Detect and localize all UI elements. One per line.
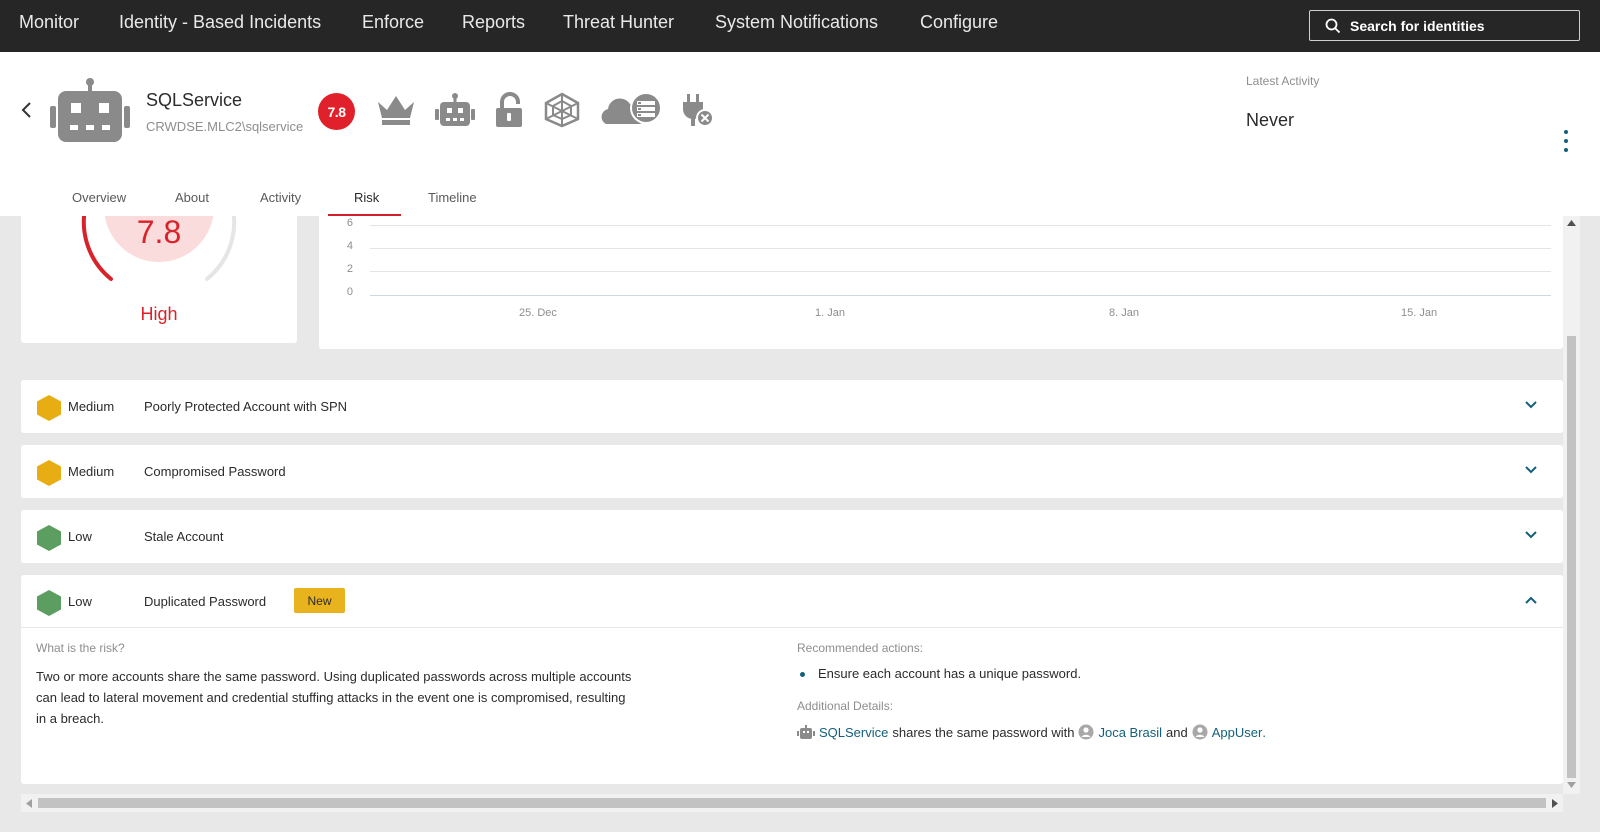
y-tick-0: 0 xyxy=(346,286,353,298)
more-options-icon[interactable] xyxy=(1561,130,1571,152)
x-axis-line xyxy=(370,295,1551,296)
nav-identity-based-incidents[interactable]: Identity - Based Incidents xyxy=(119,12,321,33)
search-placeholder: Search for identities xyxy=(1350,17,1485,34)
identity-header: SQLService CRWDSE.MLC2\sqlservice 7.8 La… xyxy=(0,52,1600,217)
unlock-icon xyxy=(496,92,522,127)
recommended-action-item: Ensure each account has a unique passwor… xyxy=(797,666,1081,681)
vertical-scrollbar[interactable] xyxy=(1563,216,1580,794)
link-appuser[interactable]: AppUser xyxy=(1212,725,1263,740)
nav-threat-hunter[interactable]: Threat Hunter xyxy=(563,12,674,33)
vertical-scroll-thumb[interactable] xyxy=(1567,336,1576,778)
risk-level-label: High xyxy=(140,304,178,324)
robot-avatar-icon xyxy=(50,78,130,142)
nav-monitor[interactable]: Monitor xyxy=(19,12,79,33)
x-tick-label: 15. Jan xyxy=(1401,307,1438,319)
tab-bar: Overview About Activity Risk Timeline xyxy=(0,182,700,217)
chevron-down-icon[interactable] xyxy=(1524,465,1538,475)
risk-name: Compromised Password xyxy=(144,464,286,479)
scroll-left-icon[interactable] xyxy=(26,799,32,808)
crown-icon xyxy=(378,96,414,125)
horizontal-scroll-thumb[interactable] xyxy=(38,798,1546,808)
latest-activity-label: Latest Activity xyxy=(1246,74,1320,88)
gridline xyxy=(370,225,1551,226)
recommended-actions-label: Recommended actions: xyxy=(797,641,924,655)
severity-hexagon-icon xyxy=(37,590,61,616)
nav-configure[interactable]: Configure xyxy=(920,12,998,33)
risk-row-expanded: Low Duplicated Password New What is the … xyxy=(21,575,1563,784)
chevron-down-icon[interactable] xyxy=(1524,530,1538,540)
tab-timeline[interactable]: Timeline xyxy=(428,190,477,205)
risk-row[interactable]: Medium Compromised Password xyxy=(21,445,1563,498)
details-text: shares the same password with xyxy=(892,724,1075,740)
severity-hexagon-icon xyxy=(37,395,61,421)
y-tick-2: 2 xyxy=(346,263,353,275)
risk-name: Duplicated Password xyxy=(144,594,267,609)
severity-hexagon-icon xyxy=(37,525,61,551)
y-tick-4: 4 xyxy=(346,240,353,252)
risk-score-badge: 7.8 xyxy=(318,93,355,130)
risk-score-card: 7.8 High xyxy=(21,216,297,343)
severity-hexagon-icon xyxy=(37,460,61,486)
scroll-down-icon[interactable] xyxy=(1567,782,1576,788)
latest-activity-value: Never xyxy=(1246,110,1295,130)
search-icon xyxy=(1325,18,1341,33)
additional-details: SQLService shares the same password with… xyxy=(797,724,1266,740)
nav-enforce[interactable]: Enforce xyxy=(362,12,424,33)
tab-overview[interactable]: Overview xyxy=(72,190,126,205)
nav-system-notifications[interactable]: System Notifications xyxy=(715,12,878,33)
risk-name: Stale Account xyxy=(144,529,224,544)
user-icon xyxy=(1192,724,1208,740)
gridline xyxy=(370,248,1551,249)
cloud-icon xyxy=(601,92,662,124)
details-text: . xyxy=(1262,724,1266,740)
robot-icon xyxy=(435,93,475,126)
risk-severity: Low xyxy=(68,594,92,609)
x-tick-label: 25. Dec xyxy=(519,307,557,319)
gauge-score-value: 7.8 xyxy=(136,216,182,250)
new-badge: New xyxy=(294,588,345,613)
tab-activity[interactable]: Activity xyxy=(260,190,301,205)
chevron-down-icon[interactable] xyxy=(1524,400,1538,410)
identity-name: SQLService xyxy=(146,90,243,110)
risk-row-header[interactable]: Low Duplicated Password New xyxy=(21,575,1563,627)
risk-name: Poorly Protected Account with SPN xyxy=(144,399,348,414)
link-sqlservice[interactable]: SQLService xyxy=(819,725,888,740)
risk-chart: 6 4 2 0 25. Dec 1. Jan 8. Jan 15. Jan xyxy=(319,216,1563,349)
web-icon xyxy=(544,92,580,128)
robot-icon xyxy=(797,725,815,739)
tab-about[interactable]: About xyxy=(175,190,209,205)
x-tick-label: 8. Jan xyxy=(1109,307,1139,319)
unplugged-icon xyxy=(683,94,714,127)
gridline xyxy=(370,271,1551,272)
what-is-risk-label: What is the risk? xyxy=(36,641,125,655)
back-arrow-icon[interactable] xyxy=(18,100,36,120)
additional-details-label: Additional Details: xyxy=(797,699,894,713)
risk-description: Two or more accounts share the same pass… xyxy=(36,669,632,726)
risk-severity: Medium xyxy=(68,464,115,479)
scroll-right-icon[interactable] xyxy=(1552,799,1558,808)
risk-row[interactable]: Medium Poorly Protected Account with SPN xyxy=(21,380,1563,433)
identity-account: CRWDSE.MLC2\sqlservice xyxy=(146,119,304,134)
chevron-up-icon[interactable] xyxy=(1524,595,1538,605)
scroll-up-icon[interactable] xyxy=(1567,220,1576,226)
y-tick-6: 6 xyxy=(346,217,353,229)
horizontal-scrollbar[interactable] xyxy=(21,794,1563,812)
tab-risk[interactable]: Risk xyxy=(354,190,379,205)
user-icon xyxy=(1078,724,1094,740)
risk-row[interactable]: Low Stale Account xyxy=(21,510,1563,563)
x-tick-label: 1. Jan xyxy=(815,307,845,319)
search-input[interactable]: Search for identities xyxy=(1309,10,1580,41)
risk-severity: Medium xyxy=(68,399,115,414)
divider xyxy=(21,627,1563,628)
details-text: and xyxy=(1166,724,1188,740)
nav-reports[interactable]: Reports xyxy=(462,12,525,33)
top-navigation: Monitor Identity - Based Incidents Enfor… xyxy=(0,0,1600,52)
risk-severity: Low xyxy=(68,529,92,544)
link-joca-brasil[interactable]: Joca Brasil xyxy=(1098,725,1162,740)
